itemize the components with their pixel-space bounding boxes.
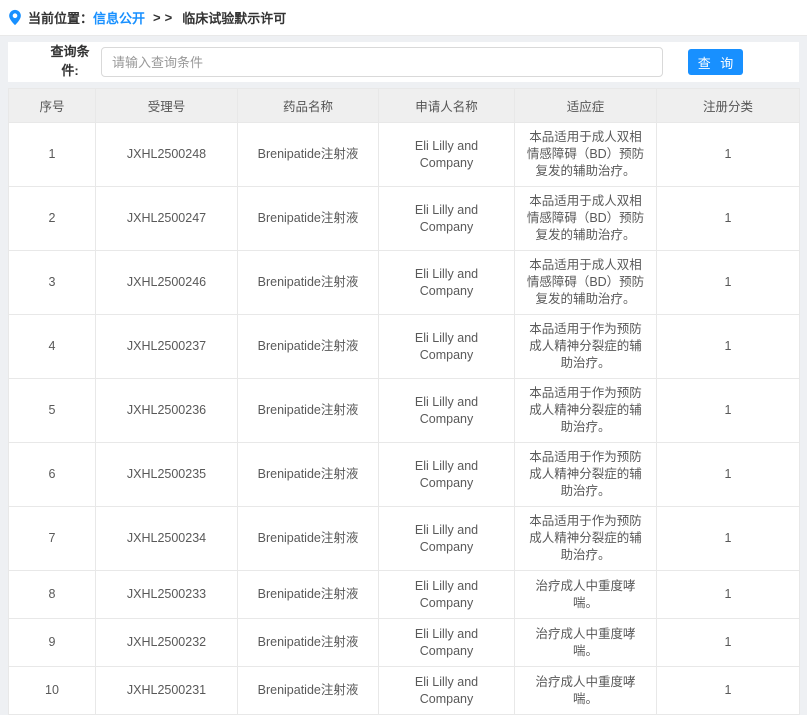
cell-applicant: Eli Lilly and Company (379, 251, 515, 315)
cell-applicant: Eli Lilly and Company (379, 443, 515, 507)
table-row: 5JXHL2500236Brenipatide注射液Eli Lilly and … (9, 379, 800, 443)
search-panel: 查询条件: 查 询 (8, 42, 799, 82)
cell-registration-class: 1 (657, 507, 800, 571)
results-table-wrap: 序号 受理号 药品名称 申请人名称 适应症 注册分类 1JXHL2500248B… (8, 88, 799, 715)
cell-applicant: Eli Lilly and Company (379, 379, 515, 443)
table-row: 10JXHL2500231Brenipatide注射液Eli Lilly and… (9, 667, 800, 715)
cell-seq: 2 (9, 187, 96, 251)
cell-acceptance-no: JXHL2500233 (96, 571, 238, 619)
cell-indication: 治疗成人中重度哮喘。 (515, 667, 657, 715)
cell-indication: 治疗成人中重度哮喘。 (515, 619, 657, 667)
cell-indication: 本品适用于作为预防成人精神分裂症的辅助治疗。 (515, 443, 657, 507)
cell-applicant: Eli Lilly and Company (379, 187, 515, 251)
cell-seq: 7 (9, 507, 96, 571)
table-row: 4JXHL2500237Brenipatide注射液Eli Lilly and … (9, 315, 800, 379)
cell-applicant: Eli Lilly and Company (379, 315, 515, 379)
cell-indication: 本品适用于作为预防成人精神分裂症的辅助治疗。 (515, 315, 657, 379)
table-row: 9JXHL2500232Brenipatide注射液Eli Lilly and … (9, 619, 800, 667)
cell-indication: 本品适用于成人双相情感障碍（BD）预防复发的辅助治疗。 (515, 251, 657, 315)
column-header-registration-class: 注册分类 (657, 89, 800, 123)
cell-seq: 3 (9, 251, 96, 315)
search-condition-label: 查询条件: (45, 43, 95, 81)
cell-seq: 4 (9, 315, 96, 379)
cell-drug-name: Brenipatide注射液 (238, 251, 379, 315)
cell-applicant: Eli Lilly and Company (379, 667, 515, 715)
column-header-seq: 序号 (9, 89, 96, 123)
cell-drug-name: Brenipatide注射液 (238, 379, 379, 443)
cell-indication: 本品适用于成人双相情感障碍（BD）预防复发的辅助治疗。 (515, 123, 657, 187)
cell-acceptance-no: JXHL2500232 (96, 619, 238, 667)
cell-seq: 6 (9, 443, 96, 507)
cell-indication: 本品适用于作为预防成人精神分裂症的辅助治疗。 (515, 379, 657, 443)
breadcrumb-location-label: 当前位置： (28, 8, 93, 27)
cell-indication: 本品适用于作为预防成人精神分裂症的辅助治疗。 (515, 507, 657, 571)
cell-drug-name: Brenipatide注射液 (238, 187, 379, 251)
breadcrumb-separator: >> (153, 10, 176, 25)
cell-acceptance-no: JXHL2500247 (96, 187, 238, 251)
results-table: 序号 受理号 药品名称 申请人名称 适应症 注册分类 1JXHL2500248B… (8, 88, 800, 715)
column-header-acceptance-no: 受理号 (96, 89, 238, 123)
cell-drug-name: Brenipatide注射液 (238, 443, 379, 507)
cell-applicant: Eli Lilly and Company (379, 619, 515, 667)
cell-seq: 8 (9, 571, 96, 619)
cell-acceptance-no: JXHL2500248 (96, 123, 238, 187)
cell-registration-class: 1 (657, 123, 800, 187)
cell-drug-name: Brenipatide注射液 (238, 315, 379, 379)
cell-registration-class: 1 (657, 667, 800, 715)
cell-drug-name: Brenipatide注射液 (238, 123, 379, 187)
cell-registration-class: 1 (657, 315, 800, 379)
cell-indication: 治疗成人中重度哮喘。 (515, 571, 657, 619)
cell-registration-class: 1 (657, 379, 800, 443)
cell-acceptance-no: JXHL2500236 (96, 379, 238, 443)
cell-drug-name: Brenipatide注射液 (238, 619, 379, 667)
cell-registration-class: 1 (657, 571, 800, 619)
cell-drug-name: Brenipatide注射液 (238, 571, 379, 619)
table-header-row: 序号 受理号 药品名称 申请人名称 适应症 注册分类 (9, 89, 800, 123)
cell-indication: 本品适用于成人双相情感障碍（BD）预防复发的辅助治疗。 (515, 187, 657, 251)
cell-drug-name: Brenipatide注射液 (238, 667, 379, 715)
cell-acceptance-no: JXHL2500234 (96, 507, 238, 571)
table-row: 1JXHL2500248Brenipatide注射液Eli Lilly and … (9, 123, 800, 187)
breadcrumb: 当前位置： 信息公开 >> 临床试验默示许可 (0, 0, 807, 36)
cell-applicant: Eli Lilly and Company (379, 507, 515, 571)
table-row: 3JXHL2500246Brenipatide注射液Eli Lilly and … (9, 251, 800, 315)
table-row: 2JXHL2500247Brenipatide注射液Eli Lilly and … (9, 187, 800, 251)
search-button[interactable]: 查 询 (688, 49, 743, 75)
table-row: 7JXHL2500234Brenipatide注射液Eli Lilly and … (9, 507, 800, 571)
cell-seq: 10 (9, 667, 96, 715)
cell-seq: 5 (9, 379, 96, 443)
column-header-applicant: 申请人名称 (379, 89, 515, 123)
cell-registration-class: 1 (657, 619, 800, 667)
cell-drug-name: Brenipatide注射液 (238, 507, 379, 571)
breadcrumb-link-info-disclosure[interactable]: 信息公开 (93, 8, 145, 27)
cell-registration-class: 1 (657, 187, 800, 251)
cell-acceptance-no: JXHL2500246 (96, 251, 238, 315)
column-header-drug-name: 药品名称 (238, 89, 379, 123)
cell-acceptance-no: JXHL2500235 (96, 443, 238, 507)
cell-applicant: Eli Lilly and Company (379, 123, 515, 187)
table-row: 8JXHL2500233Brenipatide注射液Eli Lilly and … (9, 571, 800, 619)
column-header-indication: 适应症 (515, 89, 657, 123)
search-input[interactable] (101, 47, 663, 77)
cell-seq: 1 (9, 123, 96, 187)
location-pin-icon (8, 9, 22, 26)
cell-registration-class: 1 (657, 443, 800, 507)
cell-registration-class: 1 (657, 251, 800, 315)
cell-seq: 9 (9, 619, 96, 667)
cell-applicant: Eli Lilly and Company (379, 571, 515, 619)
cell-acceptance-no: JXHL2500237 (96, 315, 238, 379)
breadcrumb-current-page: 临床试验默示许可 (182, 8, 286, 27)
table-row: 6JXHL2500235Brenipatide注射液Eli Lilly and … (9, 443, 800, 507)
table-body: 1JXHL2500248Brenipatide注射液Eli Lilly and … (9, 123, 800, 715)
cell-acceptance-no: JXHL2500231 (96, 667, 238, 715)
